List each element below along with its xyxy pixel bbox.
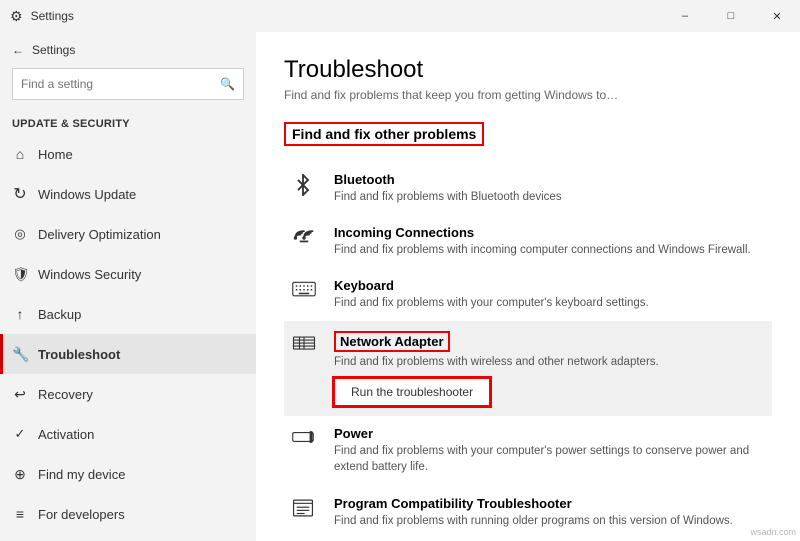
title-bar-title: Settings xyxy=(31,9,74,23)
search-input[interactable] xyxy=(13,77,212,91)
sidebar: ← Settings 🔍 Update & Security ⌂ Home ↻ … xyxy=(0,32,256,541)
update-icon: ↻ xyxy=(12,184,28,204)
minimize-button[interactable]: – xyxy=(662,0,708,32)
bluetooth-desc: Find and fix problems with Bluetooth dev… xyxy=(334,189,764,205)
app-body: ← Settings 🔍 Update & Security ⌂ Home ↻ … xyxy=(0,32,800,541)
watermark: wsadn.com xyxy=(750,527,796,537)
sidebar-item-label-windows-security: Windows Security xyxy=(38,267,141,282)
content-subtitle: Find and fix problems that keep you from… xyxy=(284,88,772,102)
troubleshoot-icon: 🔧 xyxy=(12,346,28,363)
power-title: Power xyxy=(334,426,764,441)
sidebar-back-button[interactable]: ← Settings xyxy=(0,32,256,68)
sidebar-item-label-find-my-device: Find my device xyxy=(38,467,125,482)
delivery-icon: ◎ xyxy=(12,226,28,242)
sidebar-item-home[interactable]: ⌂ Home xyxy=(0,134,256,174)
keyboard-icon xyxy=(292,280,320,304)
network-desc: Find and fix problems with wireless and … xyxy=(334,354,764,370)
bluetooth-title: Bluetooth xyxy=(334,172,764,187)
incoming-content: Incoming Connections Find and fix proble… xyxy=(334,225,764,258)
activation-icon: ✓ xyxy=(12,426,28,442)
program-title: Program Compatibility Troubleshooter xyxy=(334,496,764,511)
sidebar-item-recovery[interactable]: ↩ Recovery xyxy=(0,374,256,414)
home-icon: ⌂ xyxy=(12,146,28,162)
network-icon xyxy=(292,333,320,359)
close-button[interactable]: ✕ xyxy=(754,0,800,32)
keyboard-desc: Find and fix problems with your computer… xyxy=(334,295,764,311)
sidebar-app-title: Settings xyxy=(32,43,75,57)
sidebar-item-label-home: Home xyxy=(38,147,73,162)
troubleshoot-item-power[interactable]: Power Find and fix problems with your co… xyxy=(284,416,772,485)
maximize-button[interactable]: □ xyxy=(708,0,754,32)
incoming-icon xyxy=(292,227,320,255)
sidebar-item-label-backup: Backup xyxy=(38,307,81,322)
sidebar-item-label-troubleshoot: Troubleshoot xyxy=(38,347,120,362)
search-box[interactable]: 🔍 xyxy=(12,68,244,100)
network-title: Network Adapter xyxy=(334,331,450,352)
developers-icon: ≡ xyxy=(12,506,28,522)
sidebar-item-windows-insider[interactable]: ⊞ Windows Insider Program xyxy=(0,534,256,541)
power-desc: Find and fix problems with your computer… xyxy=(334,443,764,475)
sidebar-item-label-for-developers: For developers xyxy=(38,507,125,522)
title-bar-left: ⚙ Settings xyxy=(10,8,74,25)
network-content: Network Adapter Find and fix problems wi… xyxy=(334,331,764,406)
troubleshoot-item-incoming[interactable]: Incoming Connections Find and fix proble… xyxy=(284,215,772,268)
sidebar-item-windows-update[interactable]: ↻ Windows Update xyxy=(0,174,256,214)
sidebar-item-label-recovery: Recovery xyxy=(38,387,93,402)
settings-icon: ⚙ xyxy=(10,8,23,25)
sidebar-item-label-activation: Activation xyxy=(38,427,94,442)
page-title: Troubleshoot xyxy=(284,56,772,84)
troubleshoot-item-keyboard[interactable]: Keyboard Find and fix problems with your… xyxy=(284,268,772,321)
incoming-title: Incoming Connections xyxy=(334,225,764,240)
section-header: Find and fix other problems xyxy=(284,122,484,146)
sidebar-item-label-delivery-optimization: Delivery Optimization xyxy=(38,227,161,242)
sidebar-item-find-my-device[interactable]: ⊕ Find my device xyxy=(0,454,256,494)
troubleshoot-item-bluetooth[interactable]: Bluetooth Find and fix problems with Blu… xyxy=(284,162,772,215)
bluetooth-icon xyxy=(292,174,320,202)
recovery-icon: ↩ xyxy=(12,386,28,403)
power-content: Power Find and fix problems with your co… xyxy=(334,426,764,475)
title-bar: ⚙ Settings – □ ✕ xyxy=(0,0,800,32)
keyboard-content: Keyboard Find and fix problems with your… xyxy=(334,278,764,311)
search-icon: 🔍 xyxy=(212,77,243,91)
content-area: Troubleshoot Find and fix problems that … xyxy=(256,32,800,541)
back-icon: ← xyxy=(12,43,24,57)
sidebar-item-label-windows-update: Windows Update xyxy=(38,187,136,202)
find-device-icon: ⊕ xyxy=(12,466,28,483)
sidebar-item-backup[interactable]: ↑ Backup xyxy=(0,294,256,334)
backup-icon: ↑ xyxy=(12,306,28,322)
program-content: Program Compatibility Troubleshooter Fin… xyxy=(334,496,764,529)
troubleshoot-item-program[interactable]: Program Compatibility Troubleshooter Fin… xyxy=(284,486,772,539)
sidebar-item-windows-security[interactable]: 🛡 Windows Security xyxy=(0,254,256,294)
sidebar-item-troubleshoot[interactable]: 🔧 Troubleshoot xyxy=(0,334,256,374)
sidebar-item-activation[interactable]: ✓ Activation xyxy=(0,414,256,454)
run-troubleshooter-button[interactable]: Run the troubleshooter xyxy=(334,378,490,406)
sidebar-item-for-developers[interactable]: ≡ For developers xyxy=(0,494,256,534)
program-desc: Find and fix problems with running older… xyxy=(334,513,764,529)
security-icon: 🛡 xyxy=(12,266,28,283)
power-icon xyxy=(292,428,320,452)
bluetooth-content: Bluetooth Find and fix problems with Blu… xyxy=(334,172,764,205)
title-bar-controls: – □ ✕ xyxy=(662,0,800,32)
troubleshoot-item-network[interactable]: Network Adapter Find and fix problems wi… xyxy=(284,321,772,416)
keyboard-title: Keyboard xyxy=(334,278,764,293)
incoming-desc: Find and fix problems with incoming comp… xyxy=(334,242,764,258)
sidebar-item-delivery-optimization[interactable]: ◎ Delivery Optimization xyxy=(0,214,256,254)
program-icon xyxy=(292,498,320,524)
sidebar-section-label: Update & Security xyxy=(0,112,256,134)
